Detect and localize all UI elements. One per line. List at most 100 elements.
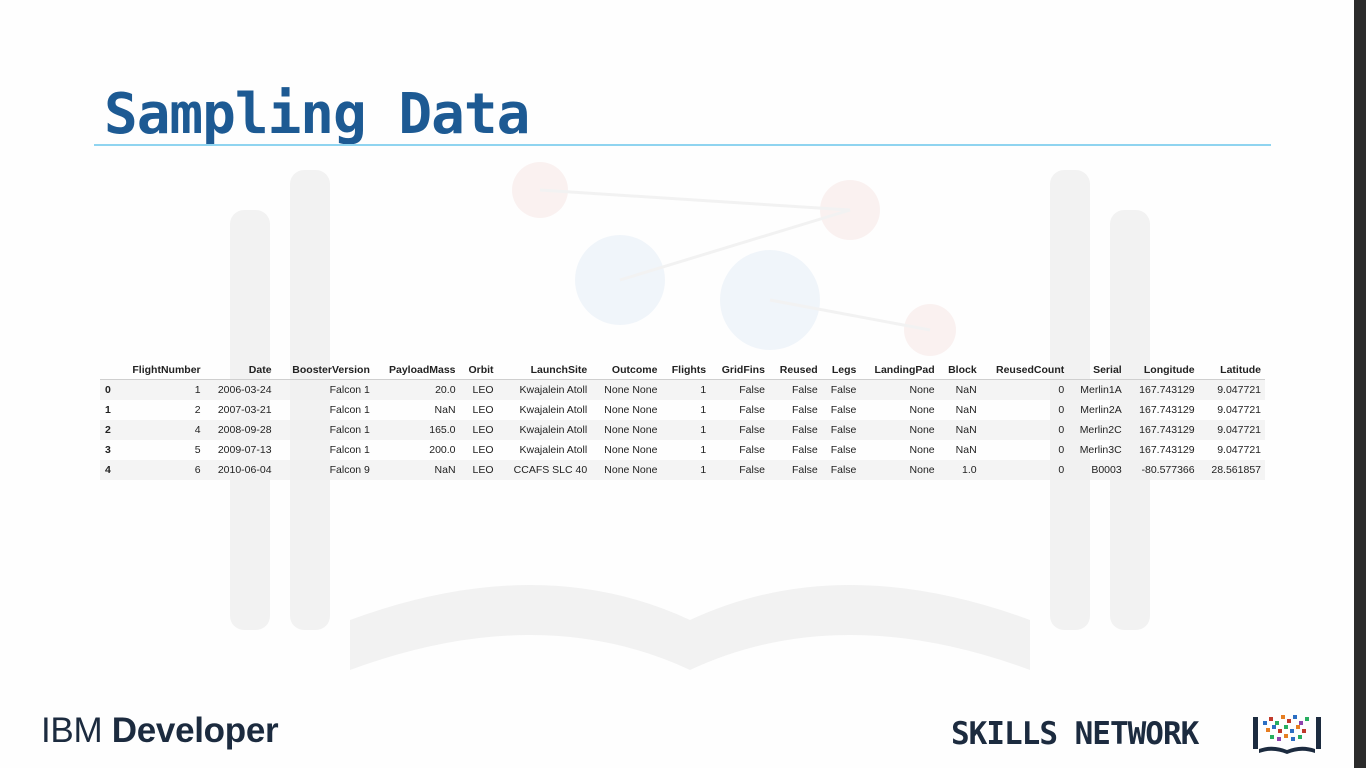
column-header: Date — [204, 361, 276, 380]
table-cell: Merlin2C — [1079, 424, 1122, 436]
table-cell: Merlin1A — [1080, 384, 1122, 396]
table-cell: Kwajalein Atoll — [519, 444, 588, 456]
table-cell: False — [739, 384, 765, 396]
column-header: Outcome — [591, 361, 662, 380]
column-header: BoosterVersion — [275, 361, 374, 380]
table-cell: None None — [604, 404, 658, 416]
table-cell: False — [739, 444, 765, 456]
column-header: GridFins — [710, 361, 769, 380]
column-header: LandingPad — [860, 361, 939, 380]
table-cell: Falcon 9 — [329, 464, 370, 476]
table-cell: 2 — [194, 404, 201, 416]
row-index: 1 — [105, 404, 111, 416]
table-cell: None — [909, 384, 935, 396]
table-cell: LEO — [472, 464, 494, 476]
slide: Sampling Data FlightNumber Date BoosterV… — [0, 0, 1366, 768]
table-header-row: FlightNumber Date BoosterVersion Payload… — [100, 361, 1265, 380]
table-cell: 20.0 — [435, 384, 456, 396]
table-cell: LEO — [472, 384, 494, 396]
column-header: Block — [938, 361, 981, 380]
table-cell: False — [739, 404, 765, 416]
skills-network-logo-text: SKILLS NETWORK — [951, 716, 1199, 752]
table-cell: NaN — [955, 444, 977, 456]
table-cell: 1 — [700, 384, 707, 396]
table-cell: 0 — [1058, 424, 1065, 436]
table-cell: None — [909, 464, 935, 476]
table-cell: Falcon 1 — [329, 384, 370, 396]
table-cell: None — [909, 424, 935, 436]
table-cell: 1 — [194, 384, 201, 396]
table-cell: False — [830, 384, 857, 396]
column-header: ReusedCount — [980, 361, 1069, 380]
table-cell: LEO — [472, 404, 494, 416]
column-header: LaunchSite — [497, 361, 592, 380]
dataframe-table: FlightNumber Date BoosterVersion Payload… — [100, 361, 1265, 480]
table-cell: Falcon 1 — [329, 444, 370, 456]
table-cell: 167.743129 — [1139, 384, 1195, 396]
table-cell: 9.047721 — [1217, 444, 1261, 456]
table-cell: 2008-09-28 — [217, 424, 272, 436]
window-edge — [1354, 0, 1366, 768]
table-cell: False — [830, 404, 857, 416]
table-cell: 28.561857 — [1211, 464, 1261, 476]
table-cell: None None — [604, 444, 658, 456]
table-cell: False — [830, 424, 857, 436]
table-cell: False — [792, 404, 818, 416]
table-row: 1 2 2007-03-21 Falcon 1 NaN LEO Kwajalein Atol… — [100, 400, 1265, 420]
table-cell: NaN — [955, 424, 977, 436]
table-cell: Kwajalein Atoll — [519, 424, 588, 436]
row-index: 0 — [105, 384, 111, 396]
table-cell: False — [830, 464, 857, 476]
table-row: 4 6 2010-06-04 Falcon 9 NaN LEO CCAFS SLC 40 No… — [100, 460, 1265, 480]
table-cell: 5 — [194, 444, 201, 456]
table-cell: Kwajalein Atoll — [519, 384, 588, 396]
table-cell: 0 — [1058, 404, 1065, 416]
table-cell: 1 — [700, 424, 707, 436]
table-cell: 6 — [194, 464, 201, 476]
column-header: Legs — [821, 361, 861, 380]
table-cell: 9.047721 — [1217, 384, 1261, 396]
table-cell: 4 — [194, 424, 201, 436]
table-cell: B0003 — [1091, 464, 1122, 476]
column-header: PayloadMass — [373, 361, 460, 380]
table-cell: 2006-03-24 — [217, 384, 272, 396]
column-header: Latitude — [1198, 361, 1265, 380]
table-cell: 0 — [1058, 444, 1065, 456]
table-cell: 167.743129 — [1139, 404, 1195, 416]
row-index: 3 — [105, 444, 111, 456]
table-cell: 200.0 — [429, 444, 456, 456]
table-cell: None None — [604, 464, 658, 476]
column-header: FlightNumber — [117, 361, 205, 380]
table-cell: 167.743129 — [1139, 424, 1195, 436]
table-cell: Merlin2A — [1080, 404, 1122, 416]
table-cell: NaN — [955, 404, 977, 416]
table-row: 0 1 2006-03-24 Falcon 1 20.0 LEO Kwajalein Ato… — [100, 379, 1265, 400]
table-cell: 165.0 — [429, 424, 456, 436]
table-cell: NaN — [434, 404, 456, 416]
table-cell: Falcon 1 — [329, 404, 370, 416]
column-header: Orbit — [459, 361, 498, 380]
table-cell: 0 — [1058, 384, 1065, 396]
table-cell: LEO — [472, 424, 494, 436]
table-cell: NaN — [434, 464, 456, 476]
table-cell: None — [909, 444, 935, 456]
table-cell: LEO — [472, 444, 494, 456]
dataframe-output: FlightNumber Date BoosterVersion Payload… — [100, 361, 1265, 480]
table-cell: 1 — [700, 464, 707, 476]
table-row: 2 4 2008-09-28 Falcon 1 165.0 LEO Kwajalein At… — [100, 420, 1265, 440]
ibm-developer-logo: IBM Developer — [41, 711, 279, 751]
logo-developer-text: Developer — [111, 711, 279, 750]
table-cell: False — [792, 444, 818, 456]
table-cell: False — [830, 444, 857, 456]
table-cell: Merlin3C — [1079, 444, 1122, 456]
title-underline — [94, 144, 1271, 146]
column-header: Longitude — [1125, 361, 1199, 380]
table-cell: None None — [604, 424, 658, 436]
table-cell: False — [792, 424, 818, 436]
slide-title: Sampling Data — [104, 82, 530, 147]
table-cell: 0 — [1058, 464, 1065, 476]
row-index: 4 — [105, 464, 111, 476]
table-cell: 9.047721 — [1217, 424, 1261, 436]
table-cell: 9.047721 — [1217, 404, 1261, 416]
table-cell: 167.743129 — [1139, 444, 1195, 456]
